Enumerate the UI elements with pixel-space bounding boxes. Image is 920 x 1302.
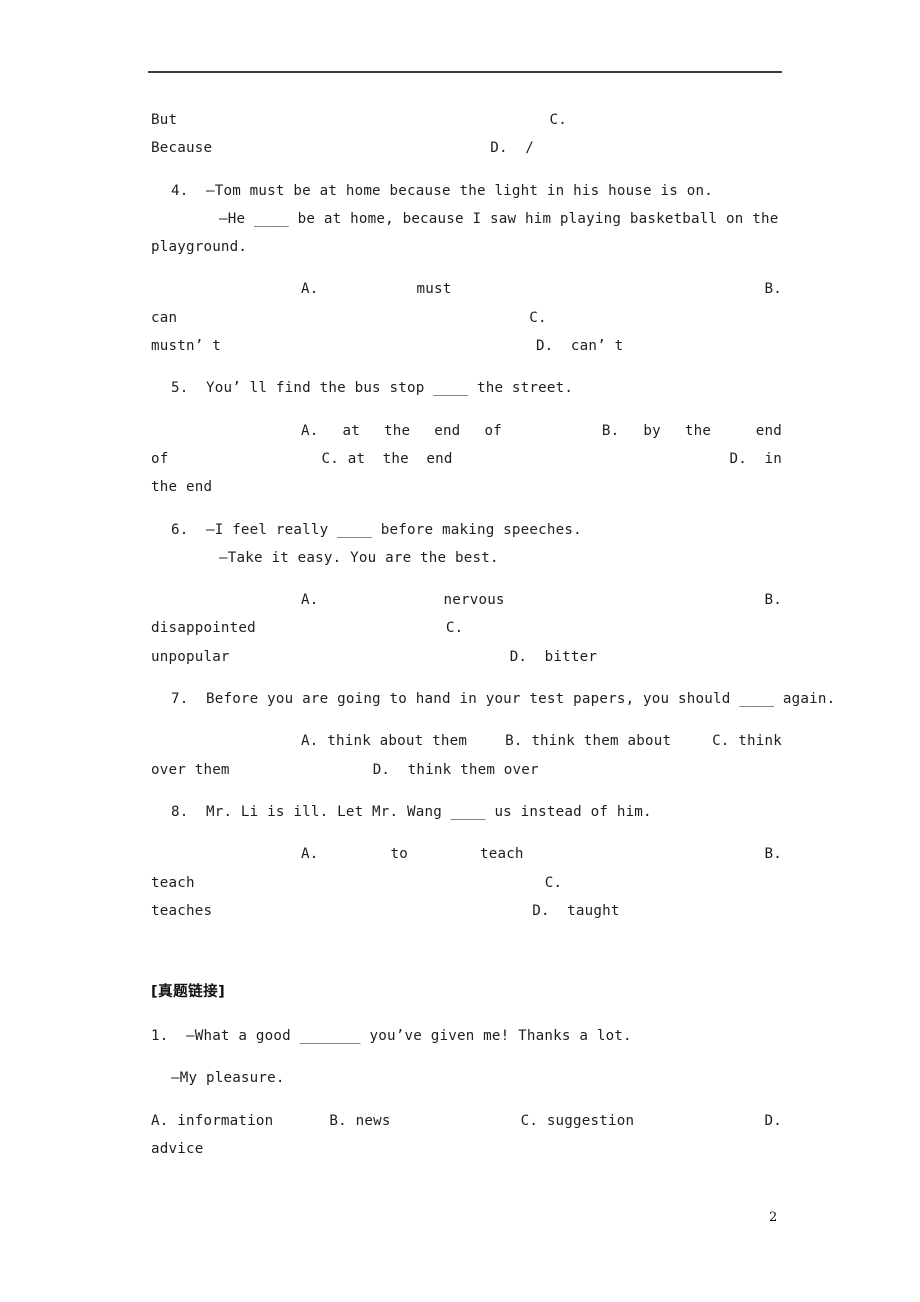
q4-option-c-letter: C. <box>529 309 547 326</box>
real-q1-stem-line2: —My pleasure. <box>171 1070 285 1087</box>
q8-option-b-text: teach <box>151 874 195 891</box>
q5-option-a-letter: A. <box>301 422 319 439</box>
q5-option-b-w3: end <box>755 422 782 439</box>
option-d-slash: D. / <box>490 140 534 157</box>
question-5-option-row-1: A. at the end of B. by the end <box>151 417 782 445</box>
question-4-option-row-2: can C. <box>151 304 782 332</box>
q4-option-b-text: can <box>151 309 178 326</box>
question-5-stem: 5. You’ ll find the bus stop ____ the st… <box>171 380 574 397</box>
question-8-option-row-1: A. to teach B. <box>151 840 782 868</box>
real-q1-stem: 1. —What a good _______ you’ve given me!… <box>151 1028 632 1044</box>
carryover-option-row-2: Because D. / <box>151 134 782 162</box>
question-6-stem: 6. —I feel really ____ before making spe… <box>171 521 582 538</box>
real-q1-option-b: B. news <box>329 1112 391 1129</box>
q5-option-d-letter: D. in <box>729 450 782 467</box>
q6-option-d: D. bitter <box>509 648 598 665</box>
q5-option-c: C. at the end <box>321 450 453 467</box>
real-q1-option-row-1: A. information B. news C. suggestion D. <box>151 1107 782 1135</box>
real-q1-option-c: C. suggestion <box>520 1112 635 1129</box>
q4-option-d: D. can’ t <box>535 338 624 355</box>
section-heading-real-exam-link: [真题链接] <box>151 984 226 1000</box>
q5-option-a-w1: at <box>342 422 360 439</box>
question-6-option-row-1: A. nervous B. <box>151 586 782 614</box>
question-6-option-row-3: unpopular D. bitter <box>151 643 782 671</box>
page-number: 2 <box>769 1210 778 1225</box>
real-q1-option-a: A. information <box>151 1112 274 1129</box>
question-6-stem-line2: —Take it easy. You are the best. <box>219 549 499 566</box>
question-5-option-row-2: of C. at the end D. in <box>151 445 782 473</box>
question-7-option-row-1: A. think about them B. think them about … <box>151 727 782 755</box>
option-a-but: But <box>151 112 178 128</box>
q4-option-c-text: mustn’ t <box>151 338 221 355</box>
question-4-stem: 4. —Tom must be at home because the ligh… <box>171 182 713 199</box>
question-7-option-row-2: over them D. think them over <box>151 756 782 784</box>
q7-option-c-tail: over them <box>151 761 230 778</box>
question-4-stem-line3: playground. <box>151 239 248 256</box>
q8-option-b-letter: B. <box>764 846 782 863</box>
q6-option-c-letter: C. <box>445 620 464 637</box>
q8-option-c-text: teaches <box>151 902 213 919</box>
q5-option-b-letter: B. <box>601 422 620 439</box>
q6-option-b-letter: B. <box>764 592 782 609</box>
q4-option-a-letter: A. <box>301 281 319 298</box>
document-page: But C. Because D. / 4. —Tom must be at h… <box>0 0 920 1302</box>
q7-option-d: D. think them over <box>372 761 539 778</box>
question-8-option-row-3: teaches D. taught <box>151 897 782 925</box>
q4-option-b-letter: B. <box>764 281 782 298</box>
q7-option-b: B. think them about <box>505 733 672 750</box>
option-b-because: Because <box>151 140 213 157</box>
question-8-stem: 8. Mr. Li is ill. Let Mr. Wang ____ us i… <box>171 803 652 820</box>
real-exam-body: 1. —What a good _______ you’ve given me!… <box>151 1022 782 1163</box>
exercise-body: But C. Because D. / 4. —Tom must be at h… <box>151 106 836 925</box>
q8-option-d: D. taught <box>532 902 620 919</box>
q8-option-a-w1: to <box>390 846 408 863</box>
q4-option-a-text: must <box>416 281 452 298</box>
q6-option-a-text: nervous <box>443 592 505 609</box>
q5-option-d-tail: the end <box>151 479 213 496</box>
q5-option-a-w4: of <box>484 422 502 439</box>
q5-option-a-w2: the <box>383 422 411 439</box>
question-4-option-row-3: mustn’ t D. can’ t <box>151 332 782 360</box>
q6-option-c-text: unpopular <box>151 648 230 665</box>
q6-option-a-letter: A. <box>301 592 319 609</box>
real-q1-option-row-2: advice <box>151 1135 782 1163</box>
question-4-option-row-1: A. must B. <box>151 275 782 303</box>
header-rule <box>148 71 782 73</box>
q5-option-b-w1: by <box>643 422 661 439</box>
q8-option-a-w2: teach <box>479 846 524 863</box>
q5-option-b-w2: the <box>684 422 712 439</box>
q8-option-a-letter: A. <box>301 846 319 863</box>
q7-option-a: A. think about them <box>301 733 468 750</box>
question-7-stem: 7. Before you are going to hand in your … <box>171 691 836 708</box>
q5-option-b-tail: of <box>151 450 169 467</box>
q7-option-c-head: C. think <box>712 733 782 750</box>
question-6-option-row-2: disappointed C. <box>151 614 782 642</box>
real-q1-option-d-text: advice <box>151 1140 204 1157</box>
q5-option-a-w3: end <box>434 422 461 439</box>
question-5-option-row-3: the end <box>151 473 782 501</box>
q6-option-b-text: disappointed <box>151 620 256 637</box>
question-4-stem-line2: —He ____ be at home, because I saw him p… <box>219 210 779 227</box>
q8-option-c-letter: C. <box>544 874 563 891</box>
real-q1-option-d-letter: D. <box>764 1112 782 1129</box>
carryover-option-row-1: But C. <box>151 106 782 134</box>
option-c-label: C. <box>549 112 567 128</box>
question-8-option-row-2: teach C. <box>151 869 782 897</box>
